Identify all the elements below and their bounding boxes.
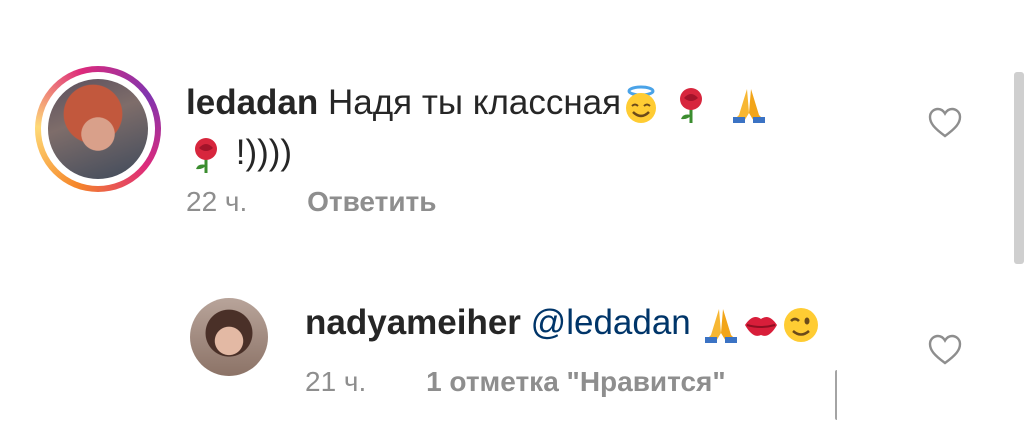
reply-button[interactable]: Ответить: [307, 186, 436, 217]
reply-username[interactable]: nadyameiher: [305, 303, 521, 342]
winking-face-icon: [783, 307, 818, 342]
reply-time: 21 ч.: [305, 366, 367, 397]
comment-body-end: !)))): [235, 133, 293, 172]
rose-icon: [679, 87, 702, 123]
comment-body: Надя ты классная: [328, 83, 622, 122]
scrollbar[interactable]: [1014, 72, 1024, 264]
cut-off-element: [835, 370, 841, 420]
reply-text: nadyameiher @ledadan: [305, 300, 821, 346]
rose-icon: [195, 137, 217, 173]
heart-icon[interactable]: [928, 334, 962, 366]
folded-hands-icon: [732, 88, 765, 123]
smiling-face-with-halo-icon: [626, 85, 657, 123]
avatar[interactable]: [190, 298, 268, 376]
comment-text: ledadan Надя ты классная !)))): [186, 78, 836, 178]
kiss-mark-icon: [744, 316, 777, 336]
mention-link[interactable]: @ledadan: [531, 303, 691, 342]
comment-meta: 22 ч. Ответить: [186, 186, 436, 218]
reply-meta: 21 ч. 1 отметка "Нравится": [305, 366, 726, 398]
heart-icon[interactable]: [928, 107, 962, 139]
folded-hands-icon: [704, 308, 737, 343]
comments-view: ledadan Надя ты классная !)))) 22 ч. Отв…: [0, 0, 1024, 435]
comment-time: 22 ч.: [186, 186, 248, 217]
avatar[interactable]: [48, 79, 148, 179]
comment-username[interactable]: ledadan: [186, 83, 318, 122]
likes-count-link[interactable]: 1 отметка "Нравится": [426, 366, 726, 397]
